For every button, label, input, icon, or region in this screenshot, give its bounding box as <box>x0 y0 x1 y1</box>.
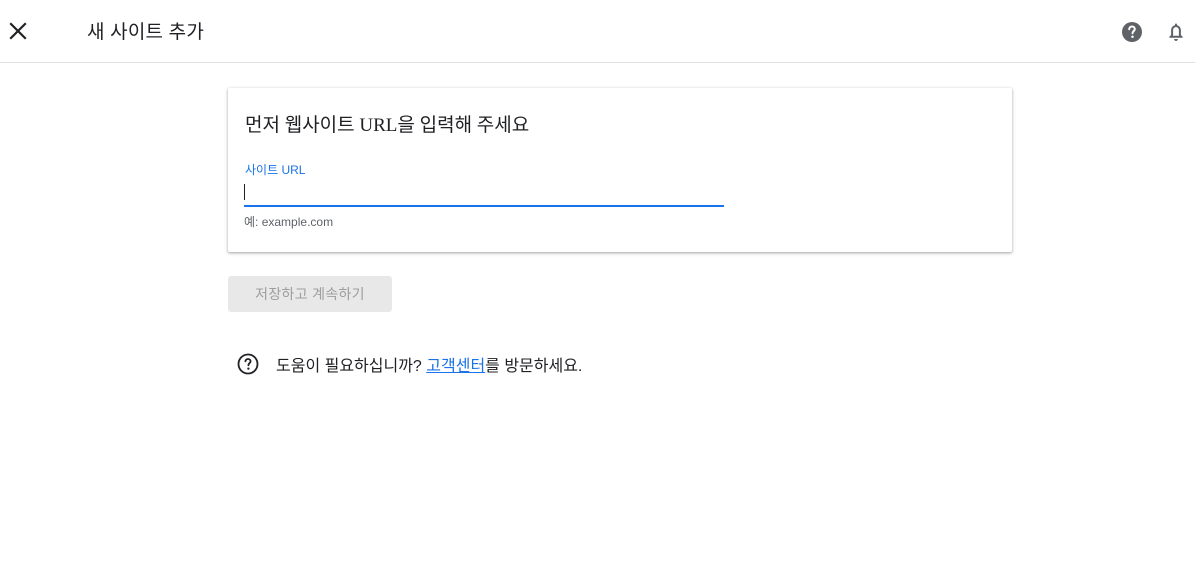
help-row: 도움이 필요하십니까? 고객센터를 방문하세요. <box>236 352 582 376</box>
help-text: 도움이 필요하십니까? 고객센터를 방문하세요. <box>276 352 582 376</box>
site-url-label: 사이트 URL <box>245 163 306 177</box>
page-title: 새 사이트 추가 <box>87 22 205 43</box>
text-cursor <box>244 184 245 200</box>
close-icon <box>9 22 27 40</box>
bell-icon <box>1169 23 1183 41</box>
app-header: 새 사이트 추가 <box>0 0 1195 63</box>
notifications-button[interactable] <box>1164 20 1188 44</box>
help-center-link[interactable]: 고객센터 <box>426 358 485 375</box>
help-button[interactable] <box>1120 20 1144 44</box>
help-prefix: 도움이 필요하십니까? <box>276 358 427 375</box>
card-title: 먼저 웹사이트 URL을 입력해 주세요 <box>245 115 530 136</box>
close-button[interactable] <box>6 19 30 43</box>
help-circle-icon <box>1122 22 1142 42</box>
site-url-input[interactable] <box>244 179 724 207</box>
site-url-card: 먼저 웹사이트 URL을 입력해 주세요 사이트 URL 예: example.… <box>228 88 1012 252</box>
site-url-hint: 예: example.com <box>244 215 334 229</box>
page: 새 사이트 추가 먼저 웹사이트 URL을 입력해 주세요 사이트 URL 예:… <box>0 0 1195 572</box>
help-suffix: 를 방문하세요. <box>485 358 583 375</box>
save-and-continue-button[interactable]: 저장하고 계속하기 <box>228 276 392 312</box>
help-outline-icon <box>237 353 259 375</box>
